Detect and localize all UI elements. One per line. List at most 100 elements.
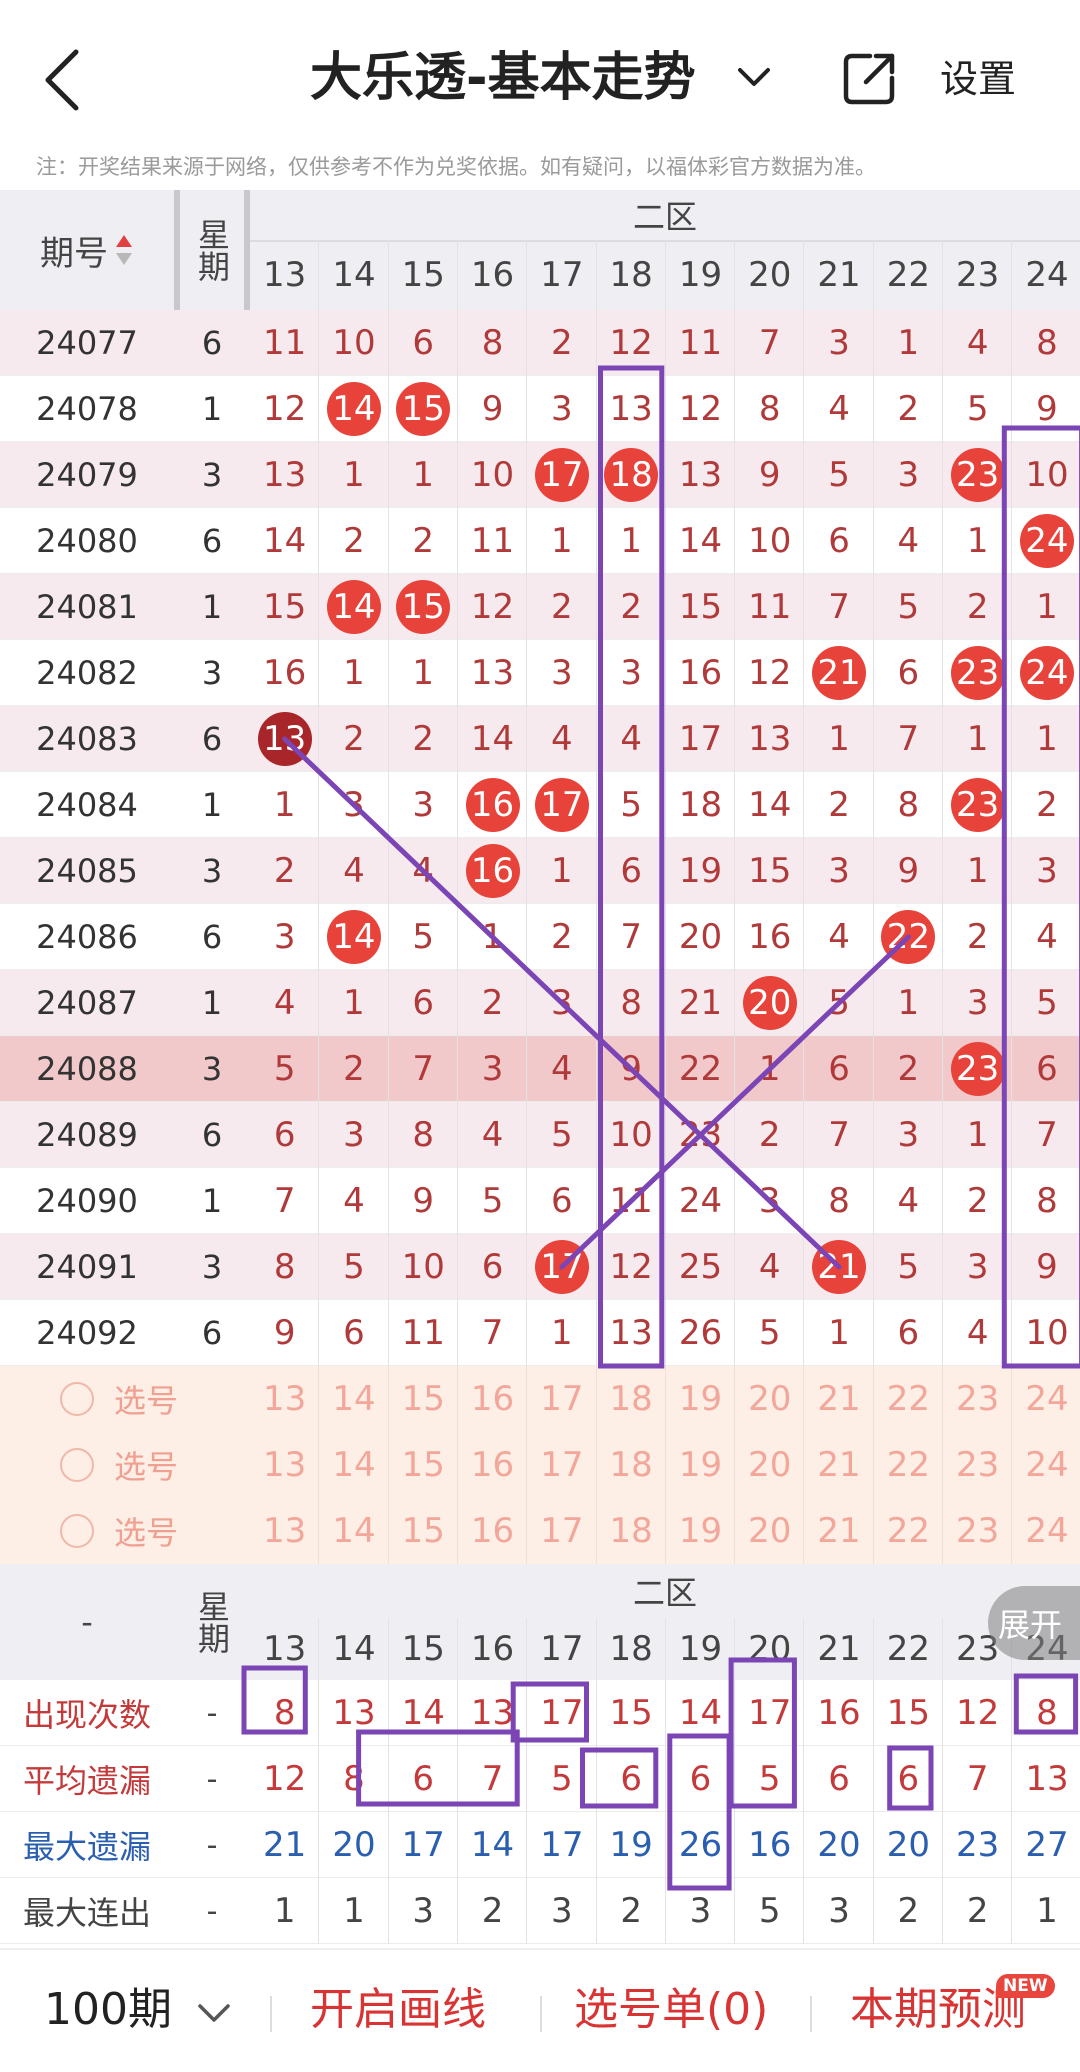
miss-value: 6 (412, 983, 435, 1023)
pick-number[interactable]: 15 (389, 1366, 458, 1432)
miss-value: 14 (748, 785, 792, 825)
page-title[interactable]: 大乐透-基本走势 (310, 44, 696, 112)
pick-number[interactable]: 20 (735, 1366, 804, 1432)
pick-number[interactable]: 17 (527, 1366, 596, 1432)
pick-number[interactable]: 17 (527, 1432, 596, 1498)
sort-icon[interactable] (114, 233, 134, 267)
number-column-header: 16 (470, 1629, 515, 1669)
pick-number[interactable]: 15 (389, 1432, 458, 1498)
miss-value: 8 (828, 1181, 850, 1221)
pick-number[interactable]: 18 (597, 1432, 666, 1498)
drawn-ball: 20 (742, 976, 797, 1030)
miss-value: 3 (966, 983, 989, 1023)
weekday: 3 (201, 1248, 223, 1286)
pick-number[interactable]: 20 (735, 1432, 804, 1498)
miss-value: 5 (897, 587, 920, 627)
miss-value: 1 (551, 1313, 573, 1353)
pick-number[interactable]: 16 (458, 1498, 527, 1564)
pick-number[interactable]: 24 (1012, 1366, 1080, 1432)
miss-value: 2 (966, 587, 989, 627)
miss-value: 5 (343, 1247, 365, 1287)
number-column-header: 14 (332, 1629, 376, 1669)
pick-number[interactable]: 23 (943, 1432, 1012, 1498)
drawn-ball: 23 (950, 778, 1005, 832)
stats-value: 8 (1036, 1693, 1058, 1733)
stats-label: 平均遗漏 (22, 1762, 151, 1800)
drawn-ball: 14 (326, 910, 381, 964)
pick-number[interactable]: 18 (597, 1366, 666, 1432)
pick-number[interactable]: 16 (458, 1432, 527, 1498)
pick-number[interactable]: 21 (804, 1498, 873, 1564)
pick-number[interactable]: 18 (597, 1498, 666, 1564)
pick-number[interactable]: 19 (666, 1366, 735, 1432)
stats-value: 5 (758, 1759, 781, 1799)
pick-number[interactable]: 15 (389, 1498, 458, 1564)
pick-number[interactable]: 16 (458, 1366, 527, 1432)
grid-line (318, 1618, 320, 1944)
back-arrow-icon[interactable] (36, 44, 92, 116)
miss-value: 16 (748, 917, 792, 957)
pick-number[interactable]: 24 (1012, 1432, 1080, 1498)
miss-value: 4 (966, 323, 989, 363)
period-selector[interactable]: 100期 (44, 1980, 172, 2040)
pick-number[interactable]: 24 (1012, 1498, 1080, 1564)
pick-number[interactable]: 21 (804, 1432, 873, 1498)
miss-value: 4 (412, 851, 435, 891)
draw-line-button[interactable]: 开启画线 (310, 1980, 486, 2040)
miss-value: 1 (412, 455, 435, 495)
pick-number[interactable]: 19 (666, 1498, 735, 1564)
separator (270, 1996, 272, 2032)
radio-button[interactable] (60, 1514, 94, 1548)
weekday: 6 (201, 720, 223, 758)
pick-number[interactable]: 22 (874, 1366, 943, 1432)
separator (810, 1996, 812, 2032)
chevron-down-icon[interactable] (196, 2002, 232, 2026)
pick-number[interactable]: 13 (250, 1432, 319, 1498)
pick-number[interactable]: 22 (874, 1432, 943, 1498)
miss-value: 7 (828, 587, 850, 627)
pick-number[interactable]: 14 (319, 1432, 388, 1498)
pick-number[interactable]: 19 (666, 1432, 735, 1498)
radio-button[interactable] (60, 1448, 94, 1482)
miss-value: 14 (470, 719, 515, 759)
pick-number[interactable]: 13 (250, 1498, 319, 1564)
miss-value: 6 (1036, 1049, 1058, 1089)
miss-value: 8 (897, 785, 920, 825)
app-header: 大乐透-基本走势 设置 (0, 0, 1080, 150)
chevron-down-icon[interactable] (734, 62, 774, 92)
stats-value: 6 (689, 1759, 712, 1799)
drawn-ball: 15 (396, 382, 451, 436)
pick-number[interactable]: 13 (250, 1366, 319, 1432)
issue-number: 24078 (36, 390, 138, 428)
pick-list-button[interactable]: 选号单(0) (574, 1980, 768, 2040)
expand-button[interactable]: 展开 (988, 1586, 1080, 1660)
stats-value: 6 (897, 1759, 920, 1799)
settings-button[interactable]: 设置 (940, 52, 1016, 106)
pick-number[interactable]: 21 (804, 1366, 873, 1432)
miss-value: 12 (470, 587, 515, 627)
miss-value: 12 (609, 323, 653, 363)
number-column-header: 19 (678, 255, 723, 295)
pick-number[interactable]: 20 (735, 1498, 804, 1564)
pick-number[interactable]: 22 (874, 1498, 943, 1564)
miss-value: 1 (343, 455, 365, 495)
share-icon[interactable] (840, 50, 898, 108)
miss-value: 4 (343, 1181, 365, 1221)
miss-value: 13 (609, 389, 653, 429)
radio-button[interactable] (60, 1382, 94, 1416)
pick-number[interactable]: 14 (319, 1366, 388, 1432)
miss-value: 2 (412, 521, 435, 561)
number-column-header: 23 (956, 255, 1000, 295)
pick-number[interactable]: 23 (943, 1366, 1012, 1432)
miss-value: 11 (263, 323, 307, 363)
issue-number: 24087 (36, 984, 138, 1022)
miss-value: 5 (481, 1181, 504, 1221)
miss-value: 1 (343, 653, 365, 693)
miss-value: 18 (678, 785, 723, 825)
miss-value: 12 (678, 389, 723, 429)
weekday: 3 (201, 654, 223, 692)
pick-number[interactable]: 17 (527, 1498, 596, 1564)
pick-number[interactable]: 23 (943, 1498, 1012, 1564)
pick-number[interactable]: 14 (319, 1498, 388, 1564)
miss-value: 3 (897, 1115, 920, 1155)
